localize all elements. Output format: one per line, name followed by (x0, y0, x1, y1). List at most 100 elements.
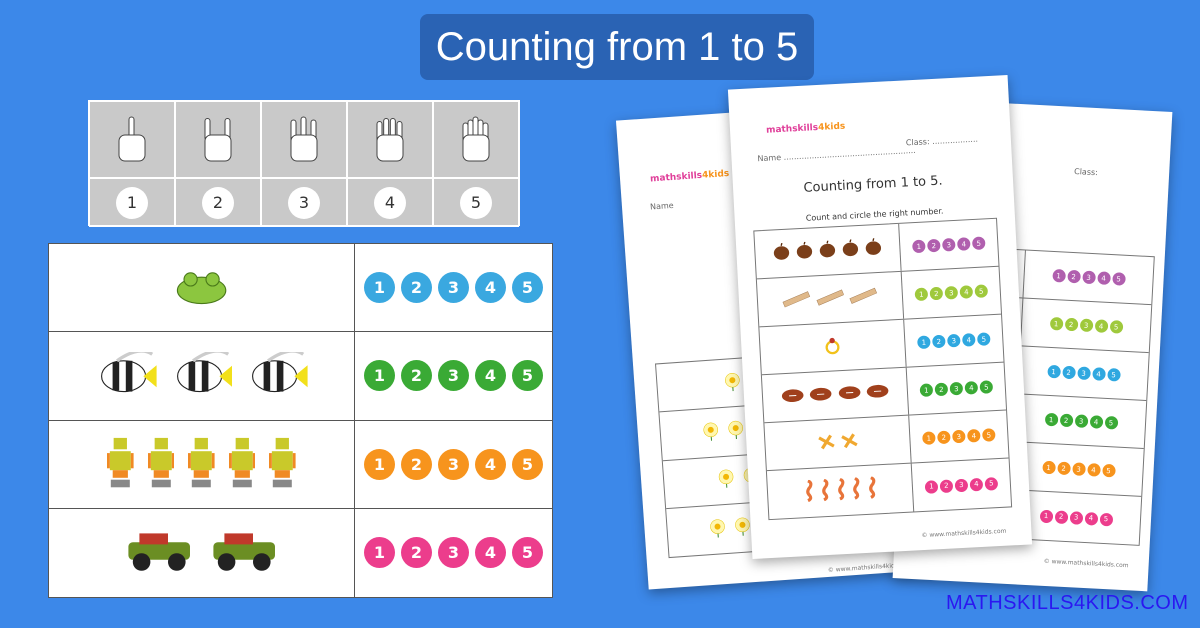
acorn-icon (772, 242, 791, 265)
object-cell (756, 271, 905, 327)
number-choice-3[interactable]: 3 (1081, 270, 1096, 285)
daffodil-icon (721, 370, 743, 395)
number-choice-4[interactable]: 4 (1096, 271, 1111, 285)
number-choice-1[interactable]: 1 (917, 335, 931, 350)
fish-icon (95, 349, 157, 400)
number-choice-4[interactable]: 4 (969, 477, 984, 492)
number-choice-2[interactable]: 2 (939, 478, 954, 493)
number-choice-3[interactable]: 3 (947, 333, 961, 348)
number-choice-1[interactable]: 1 (922, 431, 936, 445)
number-choice-2[interactable]: 2 (1064, 317, 1078, 332)
number-choice-5[interactable]: 5 (976, 332, 991, 346)
number-choices: 12345 (1016, 394, 1146, 448)
number-choice-2[interactable]: 2 (401, 272, 432, 304)
number-choice-5[interactable]: 5 (512, 272, 543, 304)
number-choice-4[interactable]: 4 (964, 380, 979, 395)
number-choice-1[interactable]: 1 (919, 383, 934, 398)
number-choice-3[interactable]: 3 (1076, 366, 1091, 381)
number-choice-3[interactable]: 3 (954, 478, 969, 492)
number-choice-2[interactable]: 2 (937, 430, 951, 445)
number-choice-1[interactable]: 1 (924, 479, 939, 494)
number-choice-2[interactable]: 2 (1066, 269, 1081, 284)
number-choice-2[interactable]: 2 (401, 537, 432, 569)
acorn-icon (841, 238, 860, 261)
number-choice-4[interactable]: 4 (967, 428, 981, 443)
number-choice-3[interactable]: 3 (1079, 318, 1093, 333)
number-choice-5[interactable]: 5 (1111, 272, 1126, 286)
number-choice-2[interactable]: 2 (929, 286, 944, 301)
number-choice-1[interactable]: 1 (914, 287, 929, 302)
number-choice-1[interactable]: 1 (1041, 460, 1056, 475)
number-choices: 12345 (907, 363, 1006, 415)
number-choice-2[interactable]: 2 (401, 448, 432, 480)
number-choice-3[interactable]: 3 (941, 237, 956, 252)
number-choice-5[interactable]: 5 (1101, 463, 1116, 478)
number-choices: 12345 (355, 509, 552, 597)
number-choice-4[interactable]: 4 (475, 537, 506, 569)
hand-cell (89, 101, 175, 178)
number-choice-4[interactable]: 4 (1089, 415, 1103, 429)
number-choice-4[interactable]: 4 (475, 448, 506, 480)
number-choice-4[interactable]: 4 (1091, 367, 1106, 381)
number-choice-1[interactable]: 1 (364, 360, 395, 392)
number-choice-5[interactable]: 5 (979, 380, 994, 394)
worksheet-title: Counting from 1 to 5. (803, 173, 943, 196)
number-choice-4[interactable]: 4 (1084, 511, 1098, 526)
number-choice-5[interactable]: 5 (512, 448, 543, 480)
number-choice-1[interactable]: 1 (364, 272, 395, 304)
number-choice-5[interactable]: 5 (512, 360, 543, 392)
number-choice-2[interactable]: 2 (1056, 461, 1071, 476)
number-choice-1[interactable]: 1 (1039, 509, 1053, 523)
jeep-icon (209, 529, 279, 577)
number-choice-5[interactable]: 5 (974, 284, 989, 298)
number-choice-2[interactable]: 2 (932, 334, 946, 349)
number-choice-5[interactable]: 5 (984, 476, 999, 491)
number-choice-1[interactable]: 1 (912, 239, 926, 254)
number-choice-1[interactable]: 1 (1049, 316, 1063, 331)
number-choice-5[interactable]: 5 (981, 428, 996, 442)
number-choice-5[interactable]: 5 (1109, 320, 1123, 334)
number-choice-5[interactable]: 5 (1104, 415, 1118, 430)
number-choices: 12345 (912, 458, 1011, 511)
three-finger-hand-icon (290, 116, 318, 161)
number-circle: 4 (374, 186, 406, 219)
number-choice-1[interactable]: 1 (364, 537, 395, 569)
number-choice-2[interactable]: 2 (401, 360, 432, 392)
number-choice-3[interactable]: 3 (438, 448, 469, 480)
hand-cell (433, 101, 519, 178)
number-choice-3[interactable]: 3 (952, 429, 966, 444)
number-choice-5[interactable]: 5 (1106, 367, 1121, 382)
number-choice-1[interactable]: 1 (364, 448, 395, 480)
number-choice-4[interactable]: 4 (956, 237, 971, 251)
daffodil-icon (725, 418, 747, 443)
number-choice-2[interactable]: 2 (1054, 509, 1068, 524)
number-choice-3[interactable]: 3 (438, 272, 469, 304)
number-choice-4[interactable]: 4 (961, 333, 976, 347)
number-choice-5[interactable]: 5 (1099, 512, 1113, 526)
number-choice-4[interactable]: 4 (959, 285, 974, 299)
number-choice-3[interactable]: 3 (1074, 414, 1088, 428)
number-choice-1[interactable]: 1 (1044, 412, 1058, 427)
daffodil-icon (700, 420, 722, 445)
number-choice-5[interactable]: 5 (971, 236, 986, 251)
number-choice-4[interactable]: 4 (1086, 463, 1101, 477)
number-choice-4[interactable]: 4 (475, 360, 506, 392)
page-title: Counting from 1 to 5 (420, 14, 814, 80)
number-choice-4[interactable]: 4 (475, 272, 506, 304)
number-choice-2[interactable]: 2 (927, 238, 941, 253)
seahorse-icon (834, 477, 846, 504)
number-choice-2[interactable]: 2 (1061, 365, 1076, 380)
number-choice-3[interactable]: 3 (1071, 462, 1086, 476)
number-choice-2[interactable]: 2 (1059, 413, 1073, 428)
number-choice-3[interactable]: 3 (438, 360, 469, 392)
number-choice-1[interactable]: 1 (1046, 364, 1061, 379)
acorn-icon (818, 239, 837, 263)
number-choice-3[interactable]: 3 (1069, 510, 1083, 525)
number-choice-2[interactable]: 2 (934, 382, 949, 397)
number-choice-5[interactable]: 5 (512, 537, 543, 569)
number-choice-3[interactable]: 3 (949, 381, 964, 396)
number-choice-3[interactable]: 3 (438, 537, 469, 569)
number-choice-4[interactable]: 4 (1094, 319, 1108, 333)
number-choice-3[interactable]: 3 (944, 285, 959, 300)
number-choice-1[interactable]: 1 (1051, 268, 1066, 283)
